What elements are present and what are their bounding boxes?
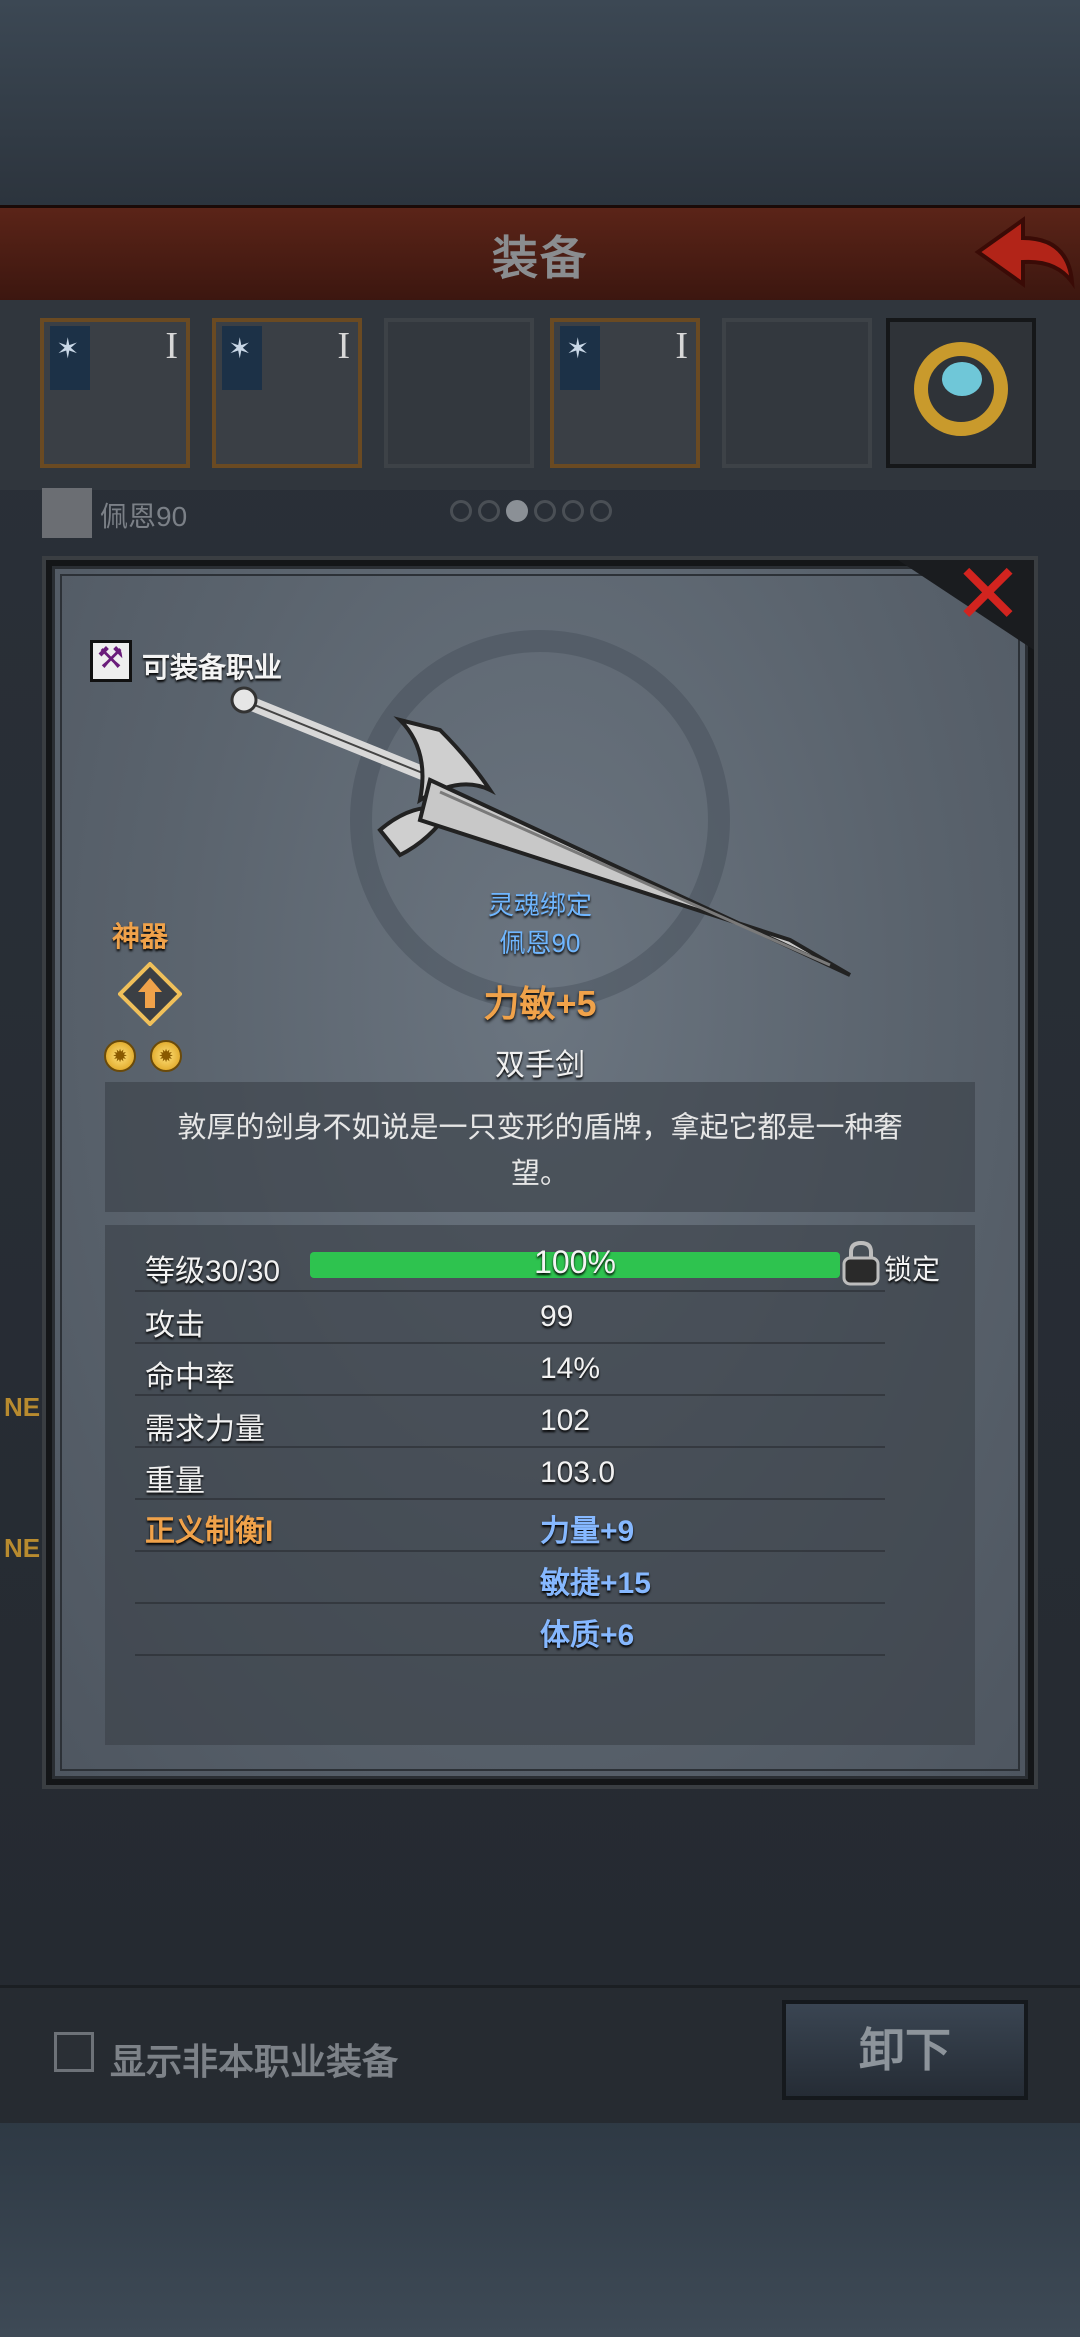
- set-bonus-value: 敏捷+15: [540, 1567, 651, 1600]
- item-affix: 力敏+5: [483, 983, 597, 1024]
- slot-tier: I: [165, 325, 178, 367]
- pager-dot-active[interactable]: [506, 500, 528, 522]
- equipment-slot[interactable]: [384, 318, 534, 468]
- set-bonus-value: 力量+9: [540, 1515, 635, 1548]
- soulbound-label: 灵魂绑定: [487, 890, 592, 920]
- stat-value-weight: 103.0: [540, 1456, 616, 1489]
- equipment-slot[interactable]: I: [212, 318, 362, 468]
- level-label: 等级30/30: [145, 1255, 281, 1288]
- stat-value-attack: 99: [540, 1300, 574, 1333]
- slot-tier: I: [337, 325, 350, 367]
- character-name: 佩恩90: [100, 501, 188, 532]
- class-flag-icon: [50, 326, 90, 390]
- pager-dot[interactable]: [534, 500, 556, 522]
- equipment-slot-ring[interactable]: [886, 318, 1036, 468]
- pager-dot[interactable]: [562, 500, 584, 522]
- row-divider: [135, 1498, 885, 1500]
- unequip-button[interactable]: 卸下: [782, 2000, 1028, 2100]
- row-divider: [135, 1602, 885, 1604]
- pager-dot[interactable]: [478, 500, 500, 522]
- soulbound-owner: 佩恩90: [499, 928, 581, 958]
- row-divider: [135, 1342, 885, 1344]
- page-title: 装备: [492, 232, 588, 284]
- equipment-slot[interactable]: I: [550, 318, 700, 468]
- row-divider: [135, 1550, 885, 1552]
- bottom-background: [0, 2120, 1080, 2337]
- stat-label-hit-rate: 命中率: [145, 1361, 235, 1394]
- pager-dot[interactable]: [450, 500, 472, 522]
- level-percent: 100%: [534, 1244, 616, 1280]
- back-arrow-icon[interactable]: [968, 212, 1078, 292]
- row-divider: [135, 1290, 885, 1292]
- slot-tier: I: [675, 325, 688, 367]
- stat-label-strength-req: 需求力量: [145, 1413, 265, 1446]
- show-other-class-label[interactable]: 显示非本职业装备: [110, 2033, 398, 2085]
- stat-value-hit-rate: 14%: [540, 1352, 601, 1385]
- artifact-label: 神器: [112, 921, 169, 952]
- class-icon[interactable]: [90, 640, 132, 682]
- item-description: 敦厚的剑身不如说是一只变形的盾牌，拿起它都是一种奢望。: [177, 1112, 903, 1190]
- equipment-slot[interactable]: I: [40, 318, 190, 468]
- side-tag: NE: [4, 1392, 41, 1422]
- artifact-icon[interactable]: [118, 962, 182, 1026]
- row-divider: [135, 1654, 885, 1656]
- slot-pager: [450, 500, 618, 530]
- show-other-class-checkbox[interactable]: [54, 2032, 94, 2072]
- ring-gem-icon: [942, 362, 982, 396]
- equipment-slot[interactable]: [722, 318, 872, 468]
- weapon-type: 双手剑: [495, 1049, 585, 1082]
- star-gem-icon: ✹: [150, 1040, 182, 1072]
- star-gem-icon: ✹: [104, 1040, 136, 1072]
- stat-value-strength-req: 102: [540, 1404, 591, 1437]
- avatar: [42, 488, 92, 538]
- row-divider: [135, 1394, 885, 1396]
- set-bonus-value: 体质+6: [540, 1619, 635, 1652]
- top-background: [0, 0, 1080, 205]
- close-icon[interactable]: ✕: [950, 552, 1026, 636]
- side-tag: NE: [4, 1533, 41, 1563]
- lock-label[interactable]: 锁定: [884, 1248, 940, 1288]
- class-flag-icon: [560, 326, 600, 390]
- set-bonus-label: 正义制衡I: [145, 1515, 274, 1548]
- lock-icon[interactable]: [840, 1240, 882, 1286]
- stat-label-attack: 攻击: [145, 1309, 205, 1342]
- class-flag-icon: [222, 326, 262, 390]
- stat-label-weight: 重量: [145, 1465, 205, 1498]
- pager-dot[interactable]: [590, 500, 612, 522]
